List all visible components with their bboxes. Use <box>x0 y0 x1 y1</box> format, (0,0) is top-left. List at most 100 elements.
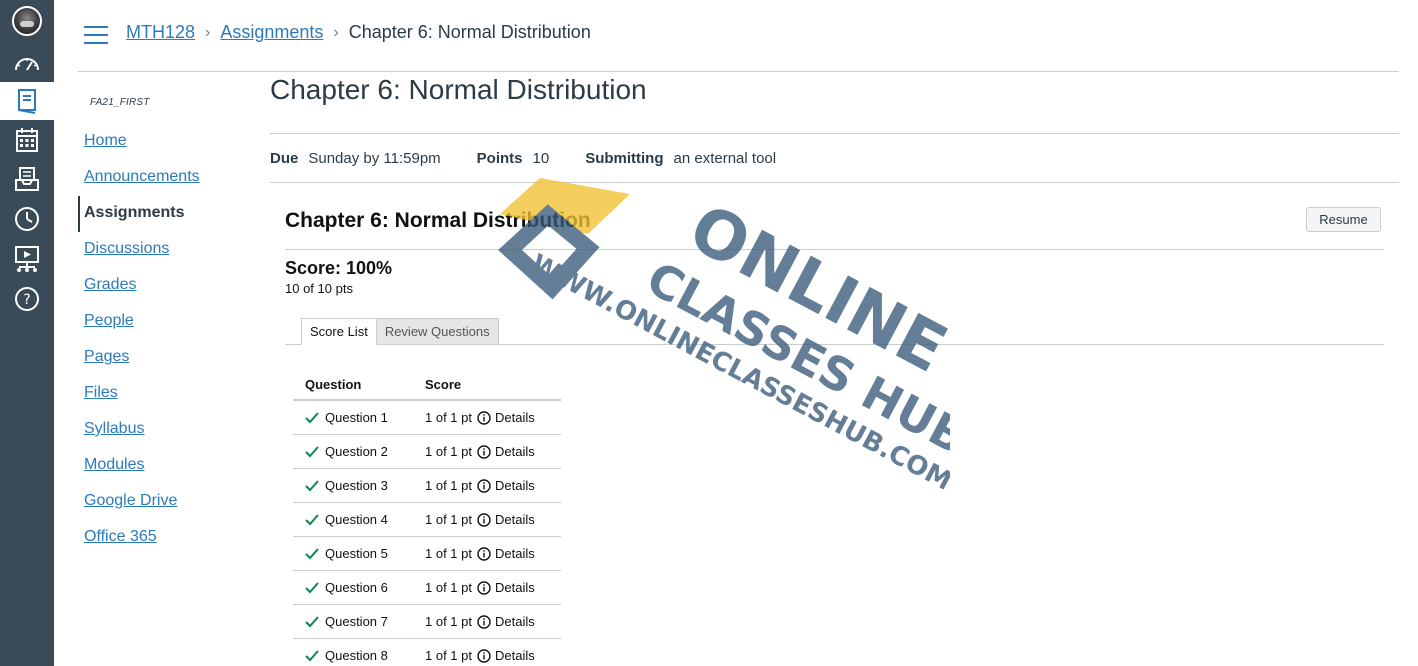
course-nav-assignments[interactable]: Assignments <box>84 204 184 222</box>
details-link[interactable]: Details <box>495 410 535 425</box>
info-icon[interactable] <box>477 512 491 527</box>
check-icon <box>305 479 319 491</box>
check-icon <box>305 445 319 457</box>
dashboard-icon <box>15 58 39 71</box>
score-cell: 1 of 1 pt Details <box>413 478 561 493</box>
watermark-brand-line1: ONLINE <box>677 189 950 388</box>
account-avatar[interactable] <box>0 2 54 40</box>
course-nav-google-drive[interactable]: Google Drive <box>84 492 177 510</box>
question-cell: Question 3 <box>293 478 413 493</box>
due-value: Sunday by 11:59pm <box>308 149 441 167</box>
score-table: Question Score Question 1 1 of 1 pt Detail… <box>293 370 561 666</box>
check-icon <box>305 581 319 593</box>
avatar-icon <box>12 6 42 36</box>
question-label: Question 5 <box>325 546 388 561</box>
info-icon[interactable] <box>477 410 491 425</box>
course-nav-office-365[interactable]: Office 365 <box>84 528 157 546</box>
history-nav-item[interactable] <box>0 200 54 238</box>
score-cell: 1 of 1 pt Details <box>413 614 561 629</box>
score-cell: 1 of 1 pt Details <box>413 580 561 595</box>
table-row: Question 1 1 of 1 pt Details <box>293 401 561 435</box>
hamburger-menu-icon[interactable] <box>84 26 108 46</box>
question-score: 1 of 1 pt <box>425 444 472 459</box>
courses-nav-item[interactable] <box>0 82 54 120</box>
course-nav-announcements[interactable]: Announcements <box>84 168 200 186</box>
active-indicator <box>78 196 80 232</box>
table-row: Question 7 1 of 1 pt Details <box>293 605 561 639</box>
info-icon[interactable] <box>477 444 491 459</box>
check-icon <box>305 411 319 423</box>
question-label: Question 8 <box>325 648 388 663</box>
check-icon <box>305 513 319 525</box>
question-cell: Question 4 <box>293 512 413 527</box>
score-cell: 1 of 1 pt Details <box>413 512 561 527</box>
details-link[interactable]: Details <box>495 478 535 493</box>
question-score: 1 of 1 pt <box>425 648 472 663</box>
check-icon <box>305 615 319 627</box>
help-icon: ? <box>15 287 39 311</box>
score-percent: Score: 100% <box>285 258 393 278</box>
breadcrumb-separator-icon: › <box>205 23 211 41</box>
info-icon[interactable] <box>477 614 491 629</box>
submitting-value: an external tool <box>673 149 777 167</box>
details-link[interactable]: Details <box>495 614 535 629</box>
table-row: Question 5 1 of 1 pt Details <box>293 537 561 571</box>
question-cell: Question 5 <box>293 546 413 561</box>
course-nav-discussions[interactable]: Discussions <box>84 240 169 258</box>
table-row: Question 4 1 of 1 pt Details <box>293 503 561 537</box>
dashboard-nav-item[interactable] <box>0 45 54 83</box>
course-nav-pages[interactable]: Pages <box>84 348 129 366</box>
info-icon[interactable] <box>477 648 491 663</box>
score-cell: 1 of 1 pt Details <box>413 410 561 425</box>
breadcrumb-assignments-link[interactable]: Assignments <box>220 22 323 43</box>
check-icon <box>305 649 319 661</box>
question-cell: Question 2 <box>293 444 413 459</box>
table-row: Question 2 1 of 1 pt Details <box>293 435 561 469</box>
details-link[interactable]: Details <box>495 546 535 561</box>
course-nav-home[interactable]: Home <box>84 132 127 150</box>
info-icon[interactable] <box>477 546 491 561</box>
question-cell: Question 8 <box>293 648 413 663</box>
help-nav-item[interactable]: ? <box>0 280 54 318</box>
commons-icon <box>15 246 39 272</box>
page-header: MTH128 › Assignments › Chapter 6: Normal… <box>78 0 1399 72</box>
commons-nav-item[interactable] <box>0 240 54 278</box>
info-icon[interactable] <box>477 580 491 595</box>
course-nav-grades[interactable]: Grades <box>84 276 136 294</box>
submitting-label: Submitting <box>585 149 664 167</box>
question-label: Question 7 <box>325 614 388 629</box>
inbox-nav-item[interactable] <box>0 160 54 198</box>
course-nav-people[interactable]: People <box>84 312 134 330</box>
course-nav-modules[interactable]: Modules <box>84 456 144 474</box>
divider <box>285 249 1384 250</box>
question-cell: Question 7 <box>293 614 413 629</box>
tab-review-questions[interactable]: Review Questions <box>376 318 499 345</box>
watermark-brand-line2: CLASSES HUB <box>638 251 950 465</box>
table-header-row: Question Score <box>293 370 561 401</box>
breadcrumb-current: Chapter 6: Normal Distribution <box>348 22 591 42</box>
breadcrumb-course-link[interactable]: MTH128 <box>126 22 195 43</box>
question-score: 1 of 1 pt <box>425 410 472 425</box>
question-score: 1 of 1 pt <box>425 512 472 527</box>
assignment-details: Due Sunday by 11:59pm Points 10 Submitti… <box>270 133 1399 183</box>
info-icon[interactable] <box>477 478 491 493</box>
details-link[interactable]: Details <box>495 580 535 595</box>
question-score: 1 of 1 pt <box>425 614 472 629</box>
watermark-url: WWW.ONLINECLASSESHUB.COM <box>526 249 950 497</box>
score-points: 10 of 10 pts <box>285 281 353 296</box>
global-nav: ? <box>0 0 54 666</box>
calendar-nav-item[interactable] <box>0 121 54 159</box>
tab-score-list[interactable]: Score List <box>301 318 377 345</box>
course-nav-syllabus[interactable]: Syllabus <box>84 420 144 438</box>
column-header-question: Question <box>305 377 362 392</box>
details-link[interactable]: Details <box>495 444 535 459</box>
resume-button[interactable]: Resume <box>1306 207 1381 232</box>
course-nav-files[interactable]: Files <box>84 384 118 402</box>
details-link[interactable]: Details <box>495 512 535 527</box>
details-link[interactable]: Details <box>495 648 535 663</box>
score-cell: 1 of 1 pt Details <box>413 648 561 663</box>
tool-title: Chapter 6: Normal Distribution <box>285 209 591 232</box>
question-label: Question 3 <box>325 478 388 493</box>
table-row: Question 6 1 of 1 pt Details <box>293 571 561 605</box>
page-title: Chapter 6: Normal Distribution <box>270 74 647 105</box>
